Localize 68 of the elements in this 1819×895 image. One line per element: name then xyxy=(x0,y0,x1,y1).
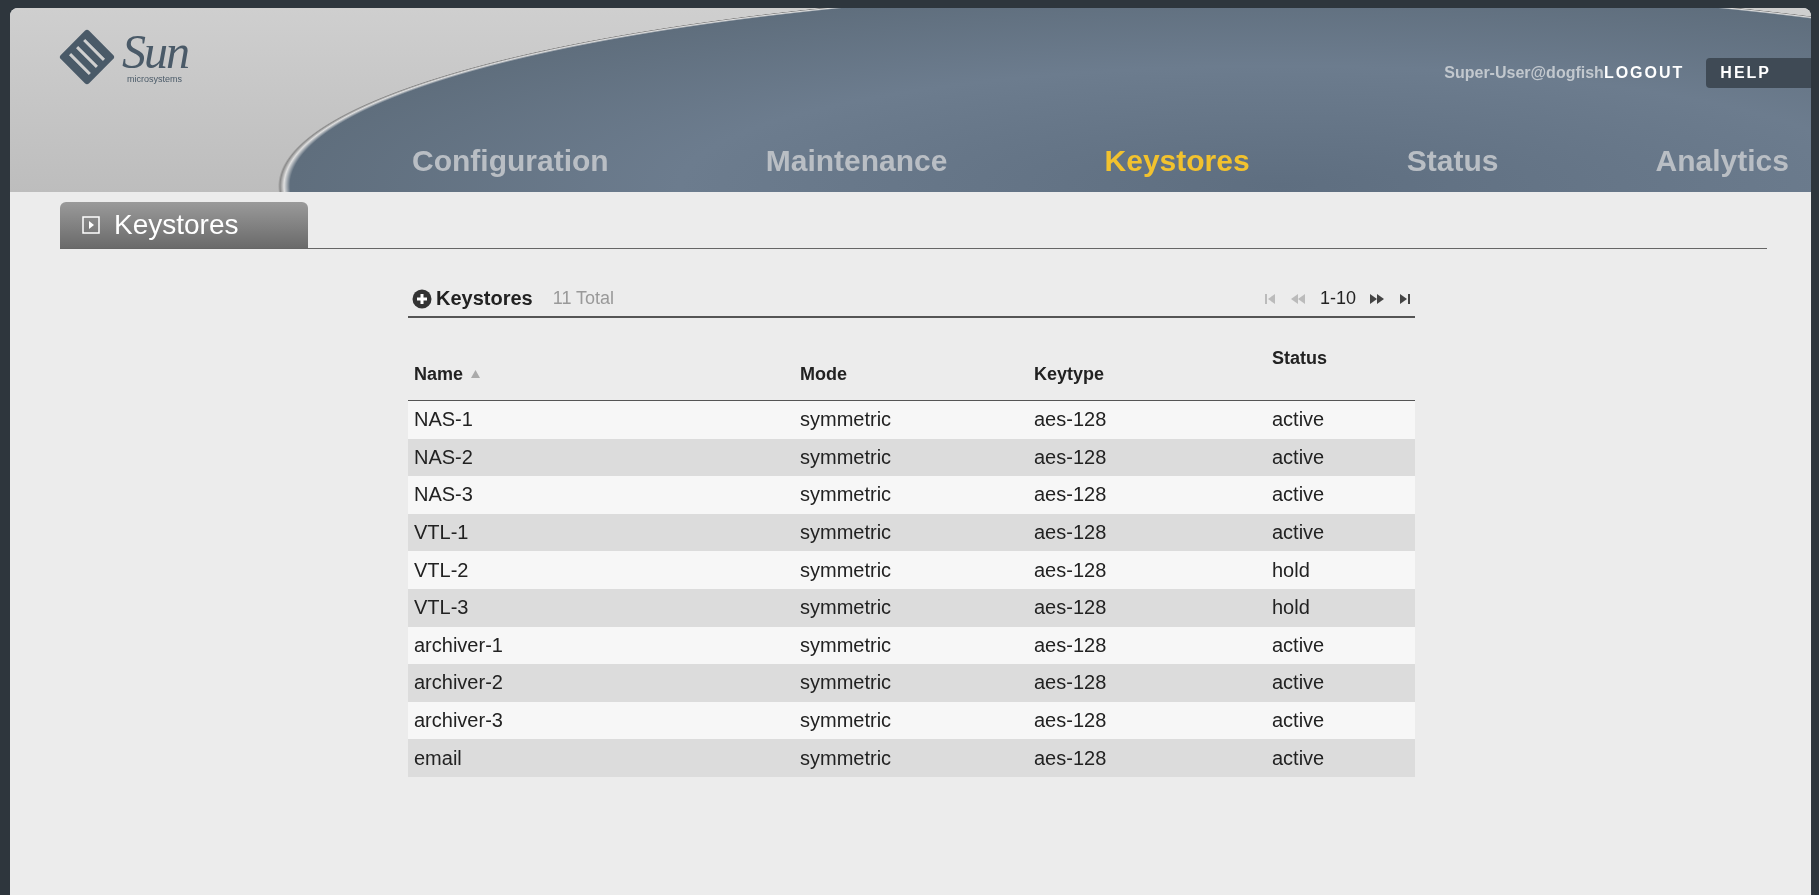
table-cell-text: aes-128 xyxy=(1033,558,1108,582)
table-cell-text: aes-128 xyxy=(1033,483,1108,507)
column-header[interactable]: Mode xyxy=(800,363,847,385)
table-title: Keystores xyxy=(436,287,533,310)
total-count: 11 Total xyxy=(552,288,616,309)
table-cell-text: hold xyxy=(1271,558,1311,582)
table-cell-text: aes-128 xyxy=(1033,671,1108,695)
table-cell-text: symmetric xyxy=(799,596,893,620)
column-header[interactable]: Status xyxy=(1272,348,1327,369)
table-row[interactable]: email symmetric aes-128 active xyxy=(408,739,1415,777)
table-cell-text: archiver-2 xyxy=(413,671,504,695)
table-cell-text: symmetric xyxy=(799,671,893,695)
table-cell-text: aes-128 xyxy=(1033,633,1108,657)
table-cell-text: active xyxy=(1271,521,1326,545)
table-cell-text: aes-128 xyxy=(1033,746,1108,770)
table-row[interactable]: VTL-2 symmetric aes-128 hold xyxy=(408,551,1415,589)
table-cell-text: symmetric xyxy=(799,633,893,657)
table-cell-text: NAS-3 xyxy=(413,483,474,507)
table-cell-text: symmetric xyxy=(799,483,893,507)
table-cell-text: active xyxy=(1271,709,1326,733)
table-row[interactable]: NAS-3 symmetric aes-128 active xyxy=(408,476,1415,514)
table-cell-text: VTL-3 xyxy=(413,596,470,620)
table-cell-text: aes-128 xyxy=(1033,521,1108,545)
table-cell-text: symmetric xyxy=(799,408,893,432)
add-icon[interactable] xyxy=(412,288,432,309)
column-header[interactable]: Name xyxy=(414,363,464,385)
page-tab-label: Keystores xyxy=(114,209,239,241)
table-cell-text: active xyxy=(1271,445,1326,469)
table-cell-text: aes-128 xyxy=(1033,408,1108,432)
table-cell-text: VTL-1 xyxy=(413,521,470,545)
table-row[interactable]: archiver-1 symmetric aes-128 active xyxy=(408,626,1415,665)
table-cell-text: active xyxy=(1271,671,1326,695)
table-cell-text: active xyxy=(1271,408,1326,432)
table-cell-text: aes-128 xyxy=(1033,596,1108,620)
table-cell-text: archiver-1 xyxy=(413,633,504,657)
table-cell-text: symmetric xyxy=(799,558,893,582)
page-tab[interactable]: Keystores xyxy=(60,202,308,248)
column-header[interactable]: Keytype xyxy=(1034,363,1105,385)
logo-subtitle: microsystems xyxy=(127,74,182,84)
table-cell-text: aes-128 xyxy=(1033,445,1108,469)
table-cell-text: aes-128 xyxy=(1033,709,1108,733)
logo-wordmark: Sun xyxy=(122,30,188,74)
table-row[interactable]: NAS-1 symmetric aes-128 active xyxy=(408,401,1415,439)
table-row[interactable]: VTL-3 symmetric aes-128 hold xyxy=(408,588,1415,627)
page-range: 1-10 xyxy=(1319,288,1356,309)
table-cell-text: NAS-1 xyxy=(413,408,474,432)
table-cell-text: email xyxy=(413,746,463,770)
table-cell-text: VTL-2 xyxy=(413,558,470,582)
table-cell-text: archiver-3 xyxy=(413,709,504,733)
table-cell-text: symmetric xyxy=(799,445,893,469)
play-icon xyxy=(82,216,100,234)
table-cell-text: active xyxy=(1271,746,1326,770)
table-row[interactable]: archiver-2 symmetric aes-128 active xyxy=(408,664,1415,702)
table-cell-text: hold xyxy=(1271,596,1311,620)
help-button[interactable]: HELP xyxy=(1706,58,1811,88)
table-cell-text: symmetric xyxy=(799,746,893,770)
table-cell-text: NAS-2 xyxy=(413,445,474,469)
table-cell-text: active xyxy=(1271,483,1326,507)
next-page-button[interactable] xyxy=(1370,292,1386,305)
logout-link[interactable]: LOGOUT xyxy=(1603,64,1685,82)
user-name: Super-User@dogfish xyxy=(1444,64,1604,82)
table-cell-text: symmetric xyxy=(799,521,893,545)
table-row[interactable]: archiver-3 symmetric aes-128 active xyxy=(408,701,1415,740)
last-page-button[interactable] xyxy=(1400,292,1411,305)
table-row[interactable]: VTL-1 symmetric aes-128 active xyxy=(408,513,1415,552)
table-cell-text: active xyxy=(1271,633,1326,657)
table-cell-text: symmetric xyxy=(799,709,893,733)
table-row[interactable]: NAS-2 symmetric aes-128 active xyxy=(408,438,1415,477)
